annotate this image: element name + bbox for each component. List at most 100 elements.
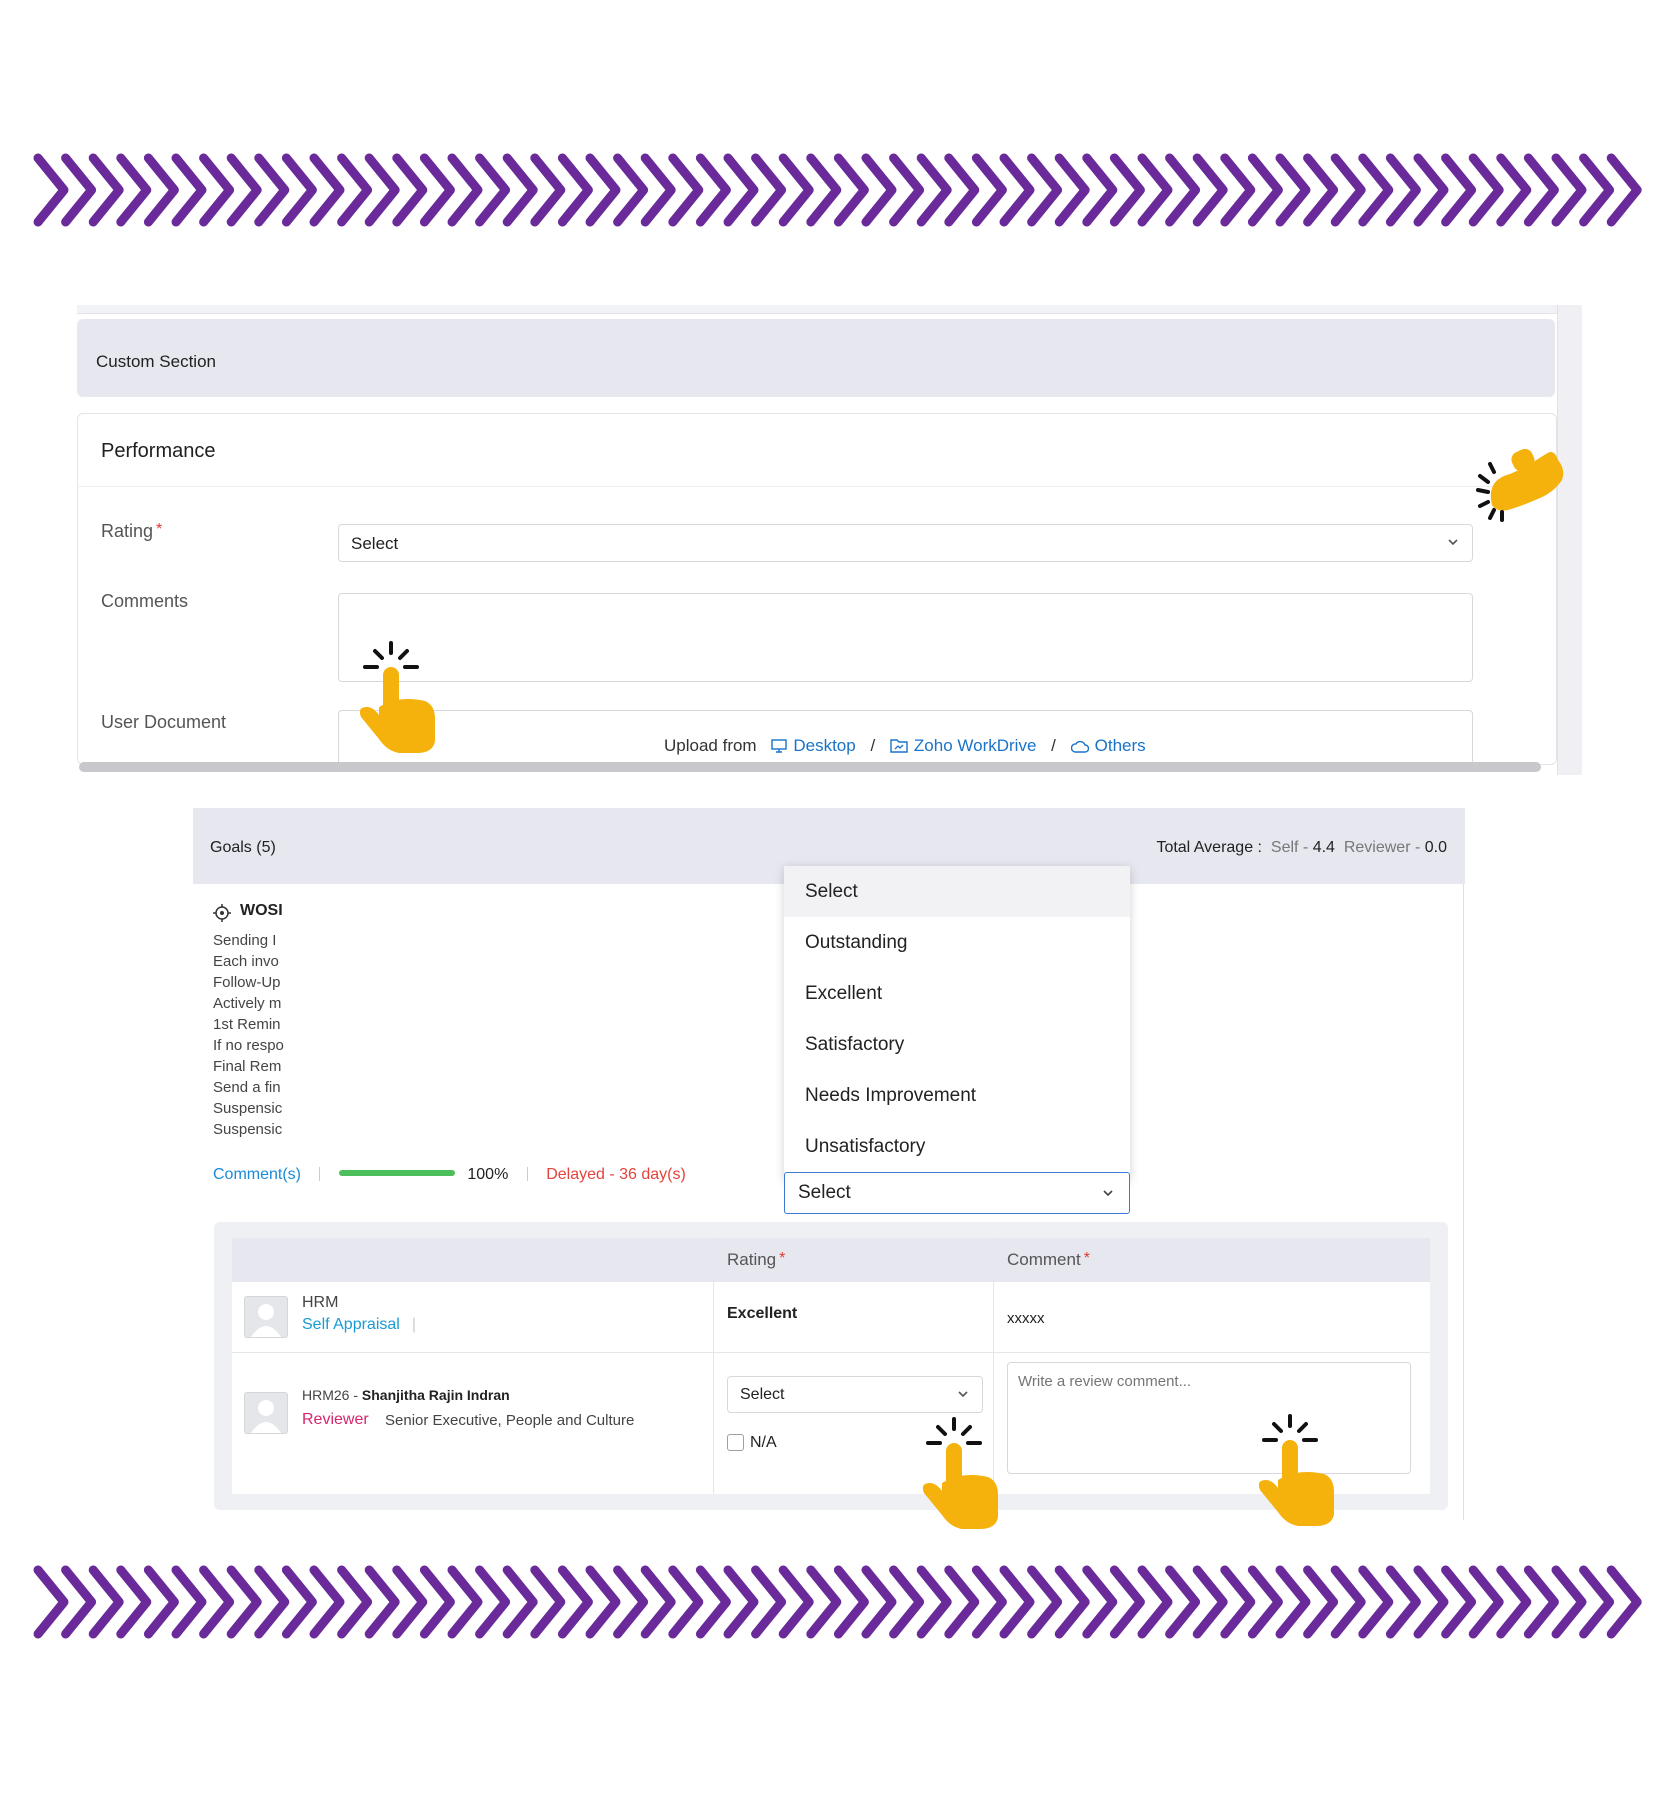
- chevron-arrow-icon: [1385, 1565, 1421, 1639]
- vertical-scrollbar[interactable]: [1557, 305, 1582, 775]
- total-average-label: Total Average :: [1156, 839, 1262, 856]
- chevron-arrow-icon: [1247, 1565, 1283, 1639]
- chevron-arrow-icon: [33, 153, 69, 227]
- chevron-arrow-icon: [1330, 153, 1366, 227]
- chevron-arrow-icon: [1413, 153, 1449, 227]
- chevron-arrow-icon: [889, 153, 925, 227]
- chevron-arrow-icon: [778, 153, 814, 227]
- review-table-header: Rating * Comment *: [232, 1238, 1430, 1282]
- chevron-arrow-icon: [530, 1565, 566, 1639]
- rating-option-needs-improvement[interactable]: Needs Improvement: [784, 1070, 1130, 1121]
- rating-option-outstanding[interactable]: Outstanding: [784, 917, 1130, 968]
- comment-column-header: Comment *: [1007, 1250, 1090, 1270]
- chevron-arrow-icon: [88, 1565, 124, 1639]
- chevron-arrow-icon: [226, 1565, 262, 1639]
- chevron-arrow-icon: [1137, 153, 1173, 227]
- chevron-arrow-icon: [585, 153, 621, 227]
- chevron-arrow-icon: [254, 1565, 290, 1639]
- chevron-arrow-icon: [916, 1565, 952, 1639]
- reviewer-rating-select[interactable]: Select: [727, 1376, 983, 1413]
- custom-section-panel: Custom Section Performance Rating * Selec…: [77, 305, 1582, 775]
- performance-card: Performance Rating * Select Comments User…: [77, 413, 1557, 770]
- chevron-arrow-icon: [61, 153, 97, 227]
- goals-title: Goals (5): [210, 839, 276, 856]
- chevron-arrow-icon: [1468, 153, 1504, 227]
- chevron-arrow-icon: [337, 1565, 373, 1639]
- review-comment-textarea[interactable]: [1007, 1362, 1411, 1474]
- chevron-arrow-icon: [226, 153, 262, 227]
- chevron-arrow-icon: [806, 1565, 842, 1639]
- goal-description-line: Final Rem: [213, 1058, 282, 1075]
- reviewer-average-value: 0.0: [1424, 839, 1447, 856]
- chevron-arrow-icon: [723, 1565, 759, 1639]
- reviewer-designation: Senior Executive, People and Culture: [385, 1412, 635, 1429]
- chevron-arrow-icon: [999, 1565, 1035, 1639]
- comments-link[interactable]: Comment(s): [213, 1166, 301, 1183]
- chevron-arrow-icon: [61, 1565, 97, 1639]
- target-icon: [213, 904, 231, 922]
- chevron-arrow-icon: [1275, 153, 1311, 227]
- horizontal-scrollbar[interactable]: [79, 762, 1541, 772]
- upload-workdrive-link[interactable]: Zoho WorkDrive: [914, 736, 1037, 755]
- upload-others-link[interactable]: Others: [1095, 736, 1146, 755]
- goal-description-line: Send a fin: [213, 1079, 281, 1096]
- chevron-arrow-icon: [419, 153, 455, 227]
- goal-rating-select[interactable]: Select: [784, 1172, 1130, 1214]
- self-appraisal-text: Self Appraisal: [302, 1316, 400, 1333]
- chevron-arrow-icon: [1109, 1565, 1145, 1639]
- avatar: [244, 1296, 288, 1338]
- chevron-arrow-icon: [640, 153, 676, 227]
- chevron-arrow-icon: [392, 1565, 428, 1639]
- total-average: Total Average : Self - 4.4 Reviewer - 0.…: [1156, 839, 1447, 857]
- goal-title[interactable]: WOSI: [240, 902, 305, 920]
- rating-option-satisfactory[interactable]: Satisfactory: [784, 1019, 1130, 1070]
- chevron-arrow-icon: [889, 1565, 925, 1639]
- required-mark: *: [779, 1250, 786, 1267]
- chevron-arrow-icon: [309, 153, 345, 227]
- goal-rating-value: Select: [798, 1182, 851, 1203]
- chevron-arrow-icon: [88, 153, 124, 227]
- self-appraisal-role: Self Appraisal |: [302, 1316, 416, 1334]
- rating-select-value: Select: [351, 534, 399, 553]
- goal-description-line: Sending I: [213, 932, 277, 949]
- chevron-arrow-icon: [723, 153, 759, 227]
- divider: |: [411, 1316, 416, 1333]
- self-average-value: 4.4: [1312, 839, 1335, 856]
- rating-option-select[interactable]: Select: [784, 866, 1130, 917]
- goal-status-row: Comment(s) 100% Delayed - 36 day(s): [213, 1166, 686, 1184]
- chevron-arrow-icon: [337, 153, 373, 227]
- chevron-arrow-icon: [364, 153, 400, 227]
- goal-description-line: Each invo: [213, 953, 279, 970]
- delayed-status: Delayed - 36 day(s): [546, 1166, 686, 1183]
- rating-option-excellent[interactable]: Excellent: [784, 968, 1130, 1019]
- chevron-arrow-icon: [1303, 1565, 1339, 1639]
- chevron-arrow-icon: [613, 1565, 649, 1639]
- chevron-arrow-icon: [1358, 1565, 1394, 1639]
- chevron-arrow-icon: [1523, 153, 1559, 227]
- chevron-arrow-icon: [143, 153, 179, 227]
- cloud-icon: [1070, 740, 1089, 753]
- na-checkbox[interactable]: [727, 1434, 744, 1451]
- top-strip: [77, 305, 1557, 314]
- review-table: Rating * Comment * HRM Self Appraisal | Exc…: [232, 1238, 1430, 1494]
- goal-description: Sending I Each invo Follow-Up Actively m 1st…: [213, 932, 285, 1142]
- rating-option-unsatisfactory[interactable]: Unsatisfactory: [784, 1121, 1130, 1172]
- workdrive-icon: [890, 739, 908, 753]
- upload-desktop-link[interactable]: Desktop: [793, 736, 855, 755]
- chevron-arrow-icon: [1247, 153, 1283, 227]
- chevron-arrow-icon: [668, 153, 704, 227]
- upload-separator-2: /: [1051, 736, 1056, 755]
- chevron-arrow-icon: [475, 1565, 511, 1639]
- chevron-arrow-icon: [309, 1565, 345, 1639]
- chevron-arrow-icon: [861, 153, 897, 227]
- chevron-arrow-icon: [1523, 1565, 1559, 1639]
- progress-percent: 100%: [467, 1166, 509, 1183]
- chevron-arrow-icon: [1551, 153, 1587, 227]
- reviewer-name: HRM26 - Shanjitha Rajin Indran: [302, 1387, 510, 1403]
- comments-textarea[interactable]: [338, 593, 1473, 682]
- chevron-arrow-icon: [1082, 153, 1118, 227]
- rating-select[interactable]: Select: [338, 524, 1473, 562]
- chevron-arrow-icon: [557, 1565, 593, 1639]
- chevron-arrow-icon: [613, 153, 649, 227]
- chevron-arrow-icon: [171, 1565, 207, 1639]
